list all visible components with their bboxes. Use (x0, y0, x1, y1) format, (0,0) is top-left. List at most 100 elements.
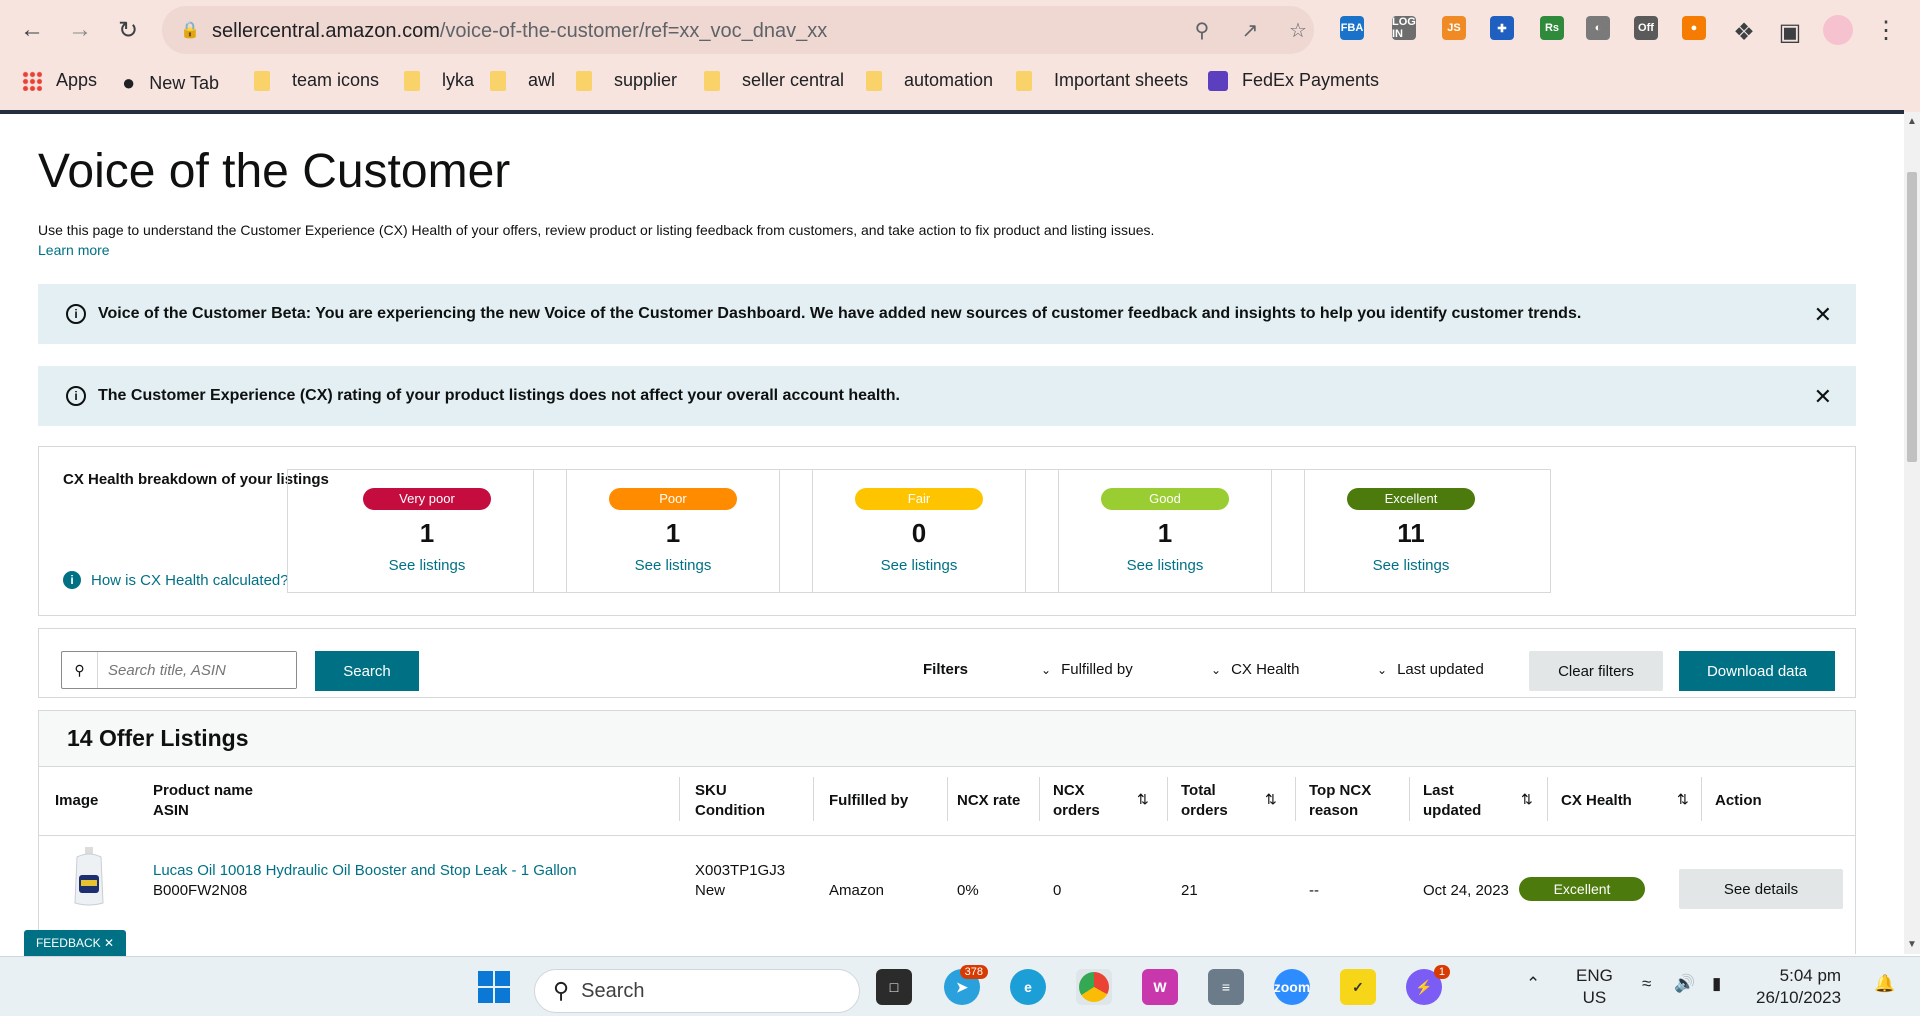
menu-kebab-icon[interactable]: ⋮ (1868, 12, 1904, 48)
orange-circle-extension-icon[interactable]: ● (1682, 16, 1706, 40)
wps-icon[interactable]: W (1142, 969, 1178, 1005)
column-divider (1295, 777, 1296, 821)
cx-help-text[interactable]: How is CX Health calculated? (91, 572, 289, 589)
filters-label: Filters (923, 661, 969, 678)
bookmark-supplier[interactable]: supplier (576, 70, 677, 91)
sort-icon[interactable]: ⇅ (1521, 791, 1533, 808)
header-cx-health[interactable]: CX Health (1561, 791, 1632, 811)
sku-text: X003TP1GJ3 (695, 862, 786, 879)
search-input[interactable] (100, 652, 296, 688)
see-listings-link[interactable]: See listings (1026, 557, 1304, 574)
side-panel-icon[interactable]: ▣ (1772, 14, 1808, 50)
telegram-icon[interactable]: ➤ 378 (944, 965, 988, 1005)
cx-card-very-poor: Very poor 1 See listings (287, 469, 567, 593)
fba-extension-icon[interactable]: FBA (1340, 16, 1364, 40)
see-listings-link[interactable]: See listings (1272, 557, 1550, 574)
zoom-icon[interactable]: ⚲ (1190, 18, 1214, 42)
feedback-label[interactable]: FEEDBACK (36, 936, 101, 950)
rs-extension-icon[interactable]: Rs (1540, 16, 1564, 40)
edge-icon[interactable]: e (1010, 969, 1046, 1005)
sort-icon[interactable]: ⇅ (1677, 791, 1689, 808)
close-icon[interactable]: ✕ (104, 936, 114, 950)
learn-more-link[interactable]: Learn more (38, 242, 110, 258)
product-thumbnail[interactable] (71, 847, 107, 907)
bookmark-star-icon[interactable]: ☆ (1286, 18, 1310, 42)
header-ncx-orders[interactable]: NCX orders (1053, 781, 1100, 821)
lock-icon[interactable]: 🔒 (180, 20, 200, 40)
sort-icon[interactable]: ⇅ (1137, 791, 1149, 808)
off-extension-icon[interactable]: Off (1634, 16, 1658, 40)
cx-help-link[interactable]: i How is CX Health calculated? (63, 571, 289, 589)
messenger-icon[interactable]: ⚡ 1 (1406, 965, 1450, 1005)
cx-health-dropdown[interactable]: ⌄ CX Health (1211, 661, 1299, 678)
fulfilled-by-dropdown[interactable]: ⌄ Fulfilled by (1041, 661, 1133, 678)
last-updated-dropdown[interactable]: ⌄ Last updated (1377, 661, 1484, 678)
header-top-ncx-label: Top NCX (1309, 782, 1372, 799)
url-text[interactable]: sellercentral.amazon.com/voice-of-the-cu… (212, 20, 827, 43)
bookmark-lyka[interactable]: lyka (404, 70, 474, 91)
chrome-icon[interactable] (1076, 969, 1112, 1005)
notification-bell-icon[interactable]: 🔔 (1874, 973, 1895, 995)
login-extension-icon[interactable]: LOG IN (1392, 16, 1416, 40)
bookmark-fedex-payments[interactable]: FedEx Payments (1208, 70, 1379, 91)
clock[interactable]: 5:04 pm 26/10/2023 (1756, 965, 1841, 1009)
js-extension-icon[interactable]: JS (1442, 16, 1466, 40)
back-arrow-icon[interactable]: ← (14, 12, 50, 48)
blue-star-extension-icon[interactable]: ✚ (1490, 16, 1514, 40)
sticky-notes-icon[interactable]: ✓ (1340, 969, 1376, 1005)
windows-taskbar: ⚲ Search □ ➤ 378 e W ≡ zoom ✓ ⚡ 1 ⌃ ENG US … (0, 956, 1920, 1016)
header-image: Image (55, 792, 99, 809)
zoom-app-icon[interactable]: zoom (1274, 969, 1310, 1005)
task-view-icon[interactable]: □ (876, 969, 912, 1005)
bookmark-seller-central[interactable]: seller central (704, 70, 844, 91)
sort-icon[interactable]: ⇅ (1265, 791, 1277, 808)
bookmark-important-sheets[interactable]: Important sheets (1016, 70, 1188, 91)
see-listings-link[interactable]: See listings (534, 557, 812, 574)
dropdown-label: Fulfilled by (1061, 661, 1133, 678)
search-button[interactable]: Search (315, 651, 419, 691)
windows-start-icon[interactable] (476, 969, 512, 1005)
see-listings-link[interactable]: See listings (288, 557, 566, 574)
puzzle-extensions-icon[interactable]: ❖ (1726, 14, 1762, 50)
download-data-button[interactable]: Download data (1679, 651, 1835, 691)
bookmark-apps[interactable]: Apps (22, 70, 97, 91)
column-divider (1167, 777, 1168, 821)
share-icon[interactable]: ↗ (1238, 18, 1262, 42)
clear-filters-button[interactable]: Clear filters (1529, 651, 1663, 691)
listing-count: 11 (1397, 518, 1425, 548)
tray-chevron-up-icon[interactable]: ⌃ (1526, 973, 1540, 995)
chevron-down-icon: ⌄ (1211, 662, 1222, 677)
bookmark-team-icons[interactable]: team icons (254, 70, 379, 91)
volume-icon[interactable]: 🔊 (1674, 973, 1695, 995)
sku-cell: X003TP1GJ3 New (695, 861, 785, 901)
calculator-icon[interactable]: ≡ (1208, 969, 1244, 1005)
taskbar-search[interactable]: ⚲ Search (534, 969, 860, 1013)
forward-arrow-icon[interactable]: → (62, 12, 98, 48)
scroll-up-icon[interactable]: ▲ (1907, 116, 1917, 127)
scroll-down-icon[interactable]: ▼ (1907, 939, 1917, 950)
reload-icon[interactable]: ↻ (110, 12, 146, 48)
page-scrollbar[interactable]: ▲ ▼ (1904, 112, 1920, 954)
bookmark-awl[interactable]: awl (490, 70, 555, 91)
feedback-tab[interactable]: FEEDBACK ✕ (24, 930, 126, 956)
header-last-updated[interactable]: Last updated (1423, 781, 1481, 821)
battery-icon[interactable]: ▮ (1712, 973, 1721, 995)
see-listings-link[interactable]: See listings (780, 557, 1058, 574)
dropdown-label: Last updated (1397, 661, 1484, 678)
bookmark-new-tab[interactable]: ● New Tab (122, 70, 219, 96)
header-ncx-orders-label: orders (1053, 802, 1100, 819)
wifi-icon[interactable]: ≈ (1642, 973, 1651, 995)
scrollbar-thumb[interactable] (1907, 172, 1917, 462)
see-details-button[interactable]: See details (1679, 869, 1843, 909)
folder-icon (404, 70, 420, 91)
product-name-link[interactable]: Lucas Oil 10018 Hydraulic Oil Booster an… (153, 861, 577, 881)
region-code: US (1582, 988, 1607, 1007)
bookmark-automation[interactable]: automation (866, 70, 993, 91)
helium-extension-icon[interactable]: ◐ (1586, 16, 1610, 40)
language-indicator[interactable]: ENG US (1576, 965, 1613, 1009)
address-bar[interactable]: 🔒 sellercentral.amazon.com/voice-of-the-… (162, 6, 1314, 54)
close-icon[interactable]: ✕ (1814, 384, 1832, 410)
profile-avatar[interactable] (1820, 12, 1856, 48)
header-total-orders[interactable]: Total orders (1181, 781, 1228, 821)
close-icon[interactable]: ✕ (1814, 302, 1832, 328)
